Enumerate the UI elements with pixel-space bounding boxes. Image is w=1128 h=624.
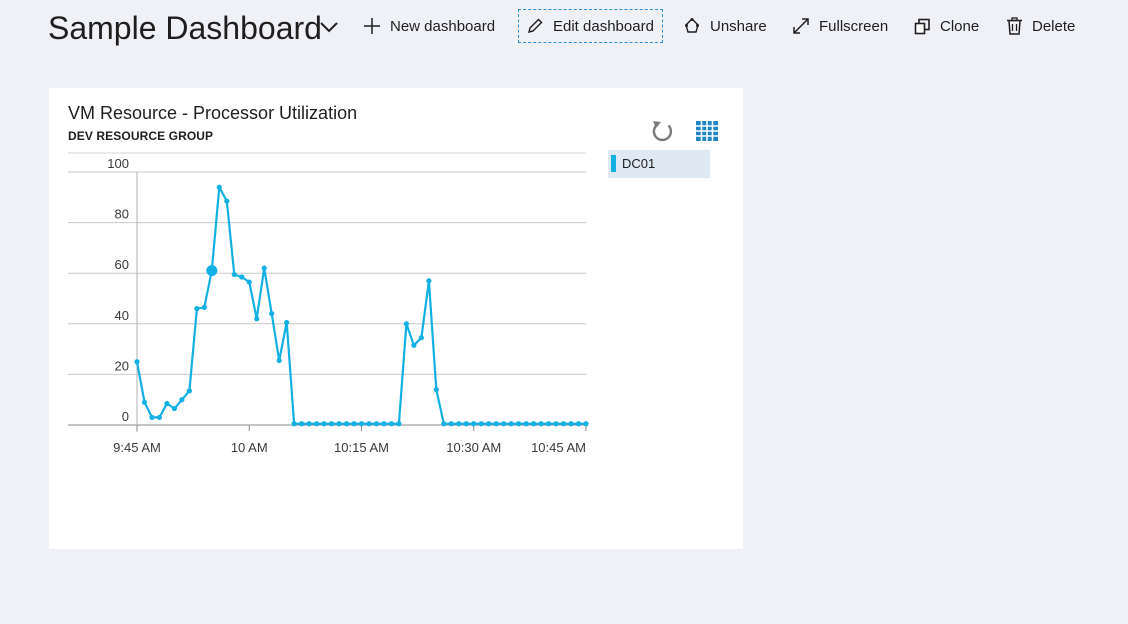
- data-point: [141, 399, 148, 405]
- unshare-button[interactable]: Unshare: [683, 9, 767, 43]
- processor-utilization-tile[interactable]: VM Resource - Processor Utilization DEV …: [49, 88, 743, 549]
- x-tick-label: 9:45 AM: [113, 440, 161, 455]
- data-point: [456, 421, 462, 427]
- data-point: [328, 421, 335, 427]
- data-point: [254, 316, 260, 322]
- data-point: [216, 184, 222, 190]
- delete-label: Delete: [1032, 17, 1076, 35]
- data-point: [358, 421, 365, 427]
- data-point: [568, 421, 574, 427]
- unshare-label: Unshare: [710, 17, 767, 35]
- data-point-highlight: [206, 265, 218, 277]
- clone-label: Clone: [940, 17, 980, 35]
- data-point: [448, 421, 454, 427]
- delete-button[interactable]: Delete: [1006, 9, 1075, 43]
- fullscreen-button[interactable]: Fullscreen: [792, 9, 888, 43]
- data-point: [508, 421, 514, 427]
- data-point: [523, 421, 529, 427]
- data-point: [441, 421, 447, 427]
- data-point: [531, 421, 537, 427]
- data-point: [553, 421, 559, 427]
- data-point: [575, 421, 582, 427]
- data-point: [276, 357, 282, 364]
- data-point: [269, 311, 275, 317]
- data-point: [239, 274, 245, 280]
- data-point: [149, 414, 155, 421]
- unshare-icon: [685, 18, 699, 33]
- y-tick-label: 100: [107, 156, 129, 171]
- dashboard-toolbar: Sample Dashboard New dashboard Edit dash…: [0, 0, 1128, 56]
- x-tick-label: 10:30 AM: [446, 440, 501, 455]
- data-point: [306, 421, 312, 427]
- trash-icon: [1007, 17, 1022, 35]
- plus-icon: [364, 18, 380, 34]
- data-point: [516, 421, 522, 427]
- y-tick-label: 60: [115, 257, 129, 272]
- pencil-icon: [528, 18, 543, 33]
- data-point: [194, 306, 200, 312]
- data-point: [426, 278, 432, 284]
- y-tick-label: 0: [122, 409, 129, 424]
- y-tick-label: 40: [115, 308, 129, 323]
- data-point: [501, 421, 507, 427]
- data-point: [560, 421, 567, 427]
- data-point: [171, 405, 178, 412]
- data-point: [463, 421, 469, 427]
- data-point: [291, 421, 297, 427]
- edit-dashboard-button[interactable]: Edit dashboard: [518, 9, 663, 43]
- data-point: [246, 279, 252, 285]
- data-point: [336, 421, 342, 427]
- data-point: [261, 265, 267, 271]
- data-point: [388, 421, 395, 427]
- data-point: [299, 421, 305, 427]
- clone-button[interactable]: Clone: [914, 9, 979, 43]
- x-tick-label: 10:15 AM: [334, 440, 389, 455]
- y-tick-label: 20: [115, 358, 129, 373]
- data-point: [478, 421, 484, 427]
- edit-dashboard-label: Edit dashboard: [553, 17, 654, 35]
- processor-utilization-chart: 0 20 40 60 80 100 9:45 AM 10 AM 10:15 AM 10:30 AM…: [68, 152, 589, 455]
- data-point: [231, 271, 237, 278]
- clone-icon: [914, 18, 930, 34]
- data-point: [583, 421, 589, 427]
- data-point: [314, 421, 320, 427]
- data-point: [366, 421, 372, 427]
- y-tick-label: 80: [115, 207, 129, 222]
- x-tick-label: 10:45 AM: [531, 440, 586, 455]
- x-tick-label: 10 AM: [231, 440, 268, 455]
- data-point: [411, 342, 417, 348]
- data-point: [343, 421, 350, 427]
- dashboard-title[interactable]: Sample Dashboard: [48, 8, 322, 48]
- data-point: [381, 421, 387, 427]
- fullscreen-label: Fullscreen: [819, 17, 889, 35]
- data-point: [134, 359, 140, 365]
- data-point: [284, 319, 290, 326]
- data-point: [538, 421, 544, 427]
- data-point: [396, 421, 402, 427]
- data-point: [418, 335, 424, 341]
- data-point: [224, 198, 230, 204]
- data-point: [156, 414, 163, 421]
- new-dashboard-button[interactable]: New dashboard: [363, 9, 495, 43]
- data-point: [351, 421, 357, 427]
- data-point: [493, 421, 499, 427]
- data-point: [373, 421, 380, 427]
- data-point: [164, 400, 170, 407]
- data-point: [179, 397, 185, 403]
- data-point: [486, 421, 492, 427]
- data-point: [321, 421, 327, 427]
- data-point: [471, 421, 477, 427]
- data-point: [403, 321, 409, 327]
- chevron-down-icon[interactable]: [318, 16, 340, 38]
- new-dashboard-label: New dashboard: [390, 17, 496, 35]
- data-point: [433, 386, 439, 393]
- expand-icon: [793, 18, 809, 34]
- data-point: [201, 304, 207, 310]
- data-point: [545, 421, 552, 427]
- data-point: [186, 388, 192, 394]
